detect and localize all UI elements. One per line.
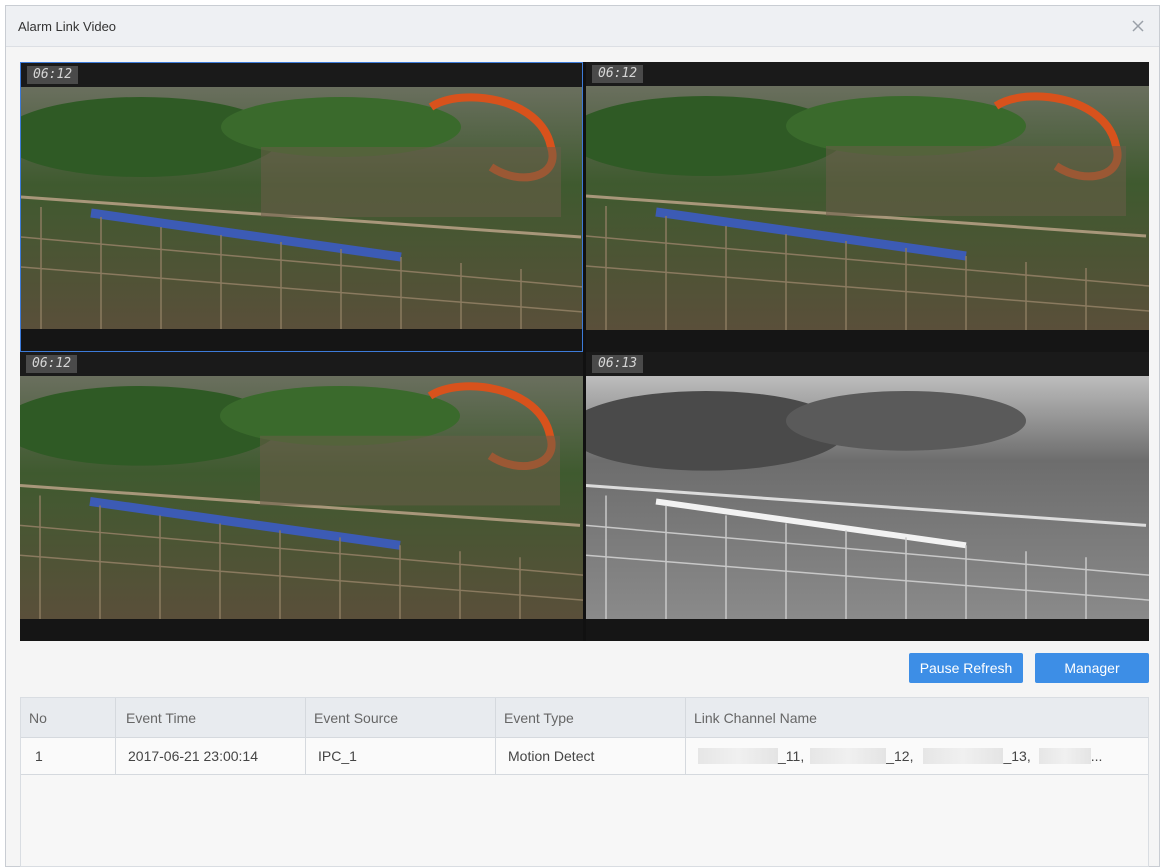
cell-no: 1 (21, 738, 116, 774)
table-header: No Event Time Event Source Event Type Li… (21, 698, 1148, 738)
pause-refresh-button[interactable]: Pause Refresh (909, 653, 1023, 683)
video-timestamp: 06:13 (592, 355, 644, 373)
video-tile-4[interactable]: 06:13 (586, 352, 1149, 641)
video-grid: 06:12 06:12 06:12 06:13 (20, 62, 1149, 641)
dialog-titlebar: Alarm Link Video (6, 6, 1159, 47)
redacted-text (698, 748, 778, 764)
video-frame-1 (21, 87, 582, 331)
column-header-no[interactable]: No (21, 698, 116, 737)
redacted-text (810, 748, 887, 764)
redacted-text (923, 748, 1004, 764)
table-row[interactable]: 1 2017-06-21 23:00:14 IPC_1 Motion Detec… (21, 738, 1148, 775)
redacted-text (1038, 748, 1091, 764)
video-frame-2 (586, 86, 1149, 330)
cell-event-source: IPC_1 (306, 738, 496, 774)
video-tile-2[interactable]: 06:12 (586, 62, 1149, 352)
cell-event-type: Motion Detect (496, 738, 686, 774)
video-frame-4 (586, 376, 1149, 619)
alarm-link-video-dialog: Alarm Link Video 06:12 06:12 06:12 06:13… (5, 5, 1160, 867)
column-header-event-type[interactable]: Event Type (496, 698, 686, 737)
event-table: No Event Time Event Source Event Type Li… (20, 697, 1149, 867)
column-header-event-source[interactable]: Event Source (306, 698, 496, 737)
video-timestamp: 06:12 (26, 355, 78, 373)
close-icon[interactable] (1127, 15, 1149, 37)
column-header-link-channel-name[interactable]: Link Channel Name (686, 698, 1148, 737)
video-tile-1[interactable]: 06:12 (20, 62, 583, 352)
video-timestamp: 06:12 (592, 65, 644, 83)
video-tile-3[interactable]: 06:12 (20, 352, 583, 641)
cell-event-time: 2017-06-21 23:00:14 (116, 738, 306, 774)
video-frame-3 (20, 376, 583, 619)
cell-link-channel-name: _11, _12, _13, ... (686, 738, 1148, 774)
video-timestamp: 06:12 (27, 66, 79, 84)
column-header-event-time[interactable]: Event Time (116, 698, 306, 737)
manager-button[interactable]: Manager (1035, 653, 1149, 683)
dialog-title: Alarm Link Video (18, 19, 117, 34)
